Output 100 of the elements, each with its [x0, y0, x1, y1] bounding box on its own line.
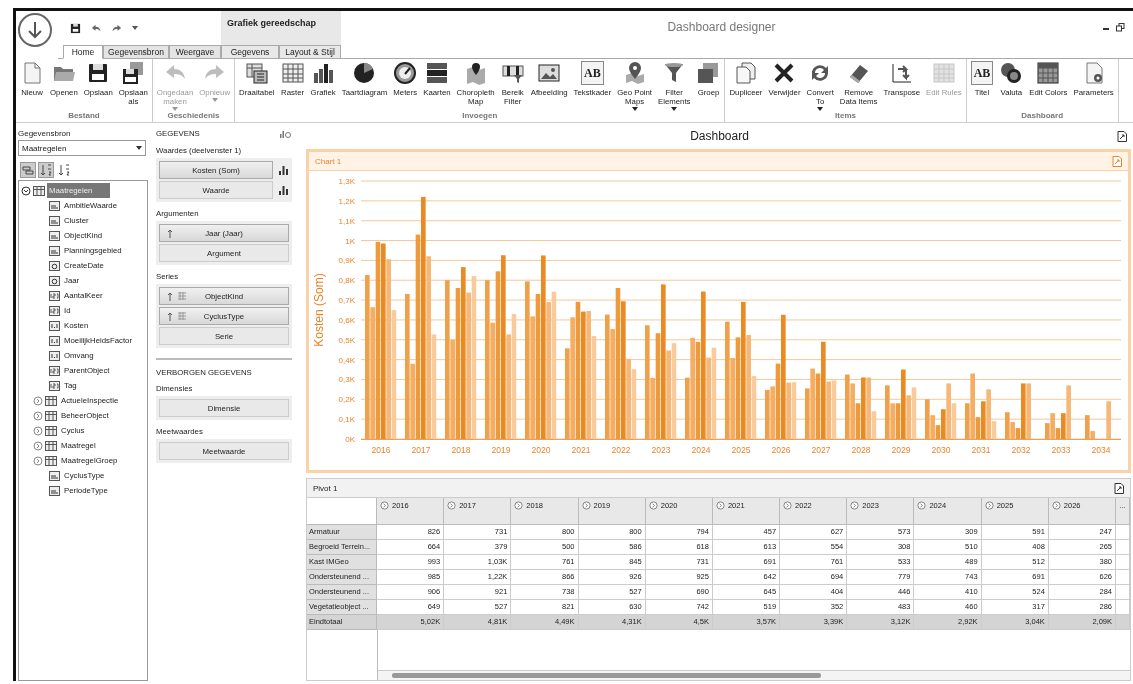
table-icon — [45, 395, 57, 406]
sort-arrow-icon — [167, 312, 173, 321]
gauge-icon — [393, 61, 418, 85]
table-icon — [45, 440, 57, 451]
expand-icon[interactable] — [984, 501, 994, 510]
expand-icon[interactable] — [380, 501, 389, 510]
sort-arrow-icon — [167, 292, 173, 301]
expand-icon[interactable] — [1051, 501, 1061, 510]
expand-icon[interactable] — [783, 501, 793, 510]
axis-tick-label: 0,2K — [338, 395, 355, 405]
axis-tick-label: 0,3K — [338, 375, 355, 385]
axis-tick-label: 2025 — [731, 445, 751, 455]
axis-tick-label: 0,8K — [338, 276, 355, 286]
axis-tick-label: 2031 — [971, 445, 991, 455]
calendar-icon — [49, 260, 60, 271]
expand-icon[interactable] — [33, 425, 43, 436]
table-icon — [45, 410, 57, 421]
collapse-icon[interactable] — [21, 185, 31, 196]
axis-tick-label: 0,5K — [338, 335, 355, 345]
sort-arrow-icon — [167, 229, 173, 238]
layers-icon — [22, 164, 34, 176]
datasource-dropdown[interactable]: Maatregelen — [18, 140, 146, 156]
coins-icon — [999, 61, 1024, 85]
expand-icon[interactable] — [447, 501, 457, 510]
axis-tick-label: 2023 — [651, 445, 671, 455]
axis-tick-label: 2034 — [1091, 445, 1111, 455]
ribbon-tab[interactable]: Gegevens — [221, 45, 279, 59]
sort-options-button[interactable] — [56, 162, 72, 178]
expand-icon[interactable] — [33, 395, 43, 406]
axis-tick-label: 0,4K — [338, 355, 355, 365]
table-icon — [45, 425, 57, 436]
expand-icon[interactable] — [514, 501, 524, 510]
text-field-icon — [49, 215, 60, 226]
ribbon-group-label: Invoegen — [461, 111, 499, 122]
axis-tick-label: 2024 — [691, 445, 711, 455]
axis-tick-label: 1,1K — [338, 216, 355, 226]
decimal-field-icon — [49, 350, 60, 361]
transpose-icon — [889, 61, 914, 85]
axis-tick-label: 1,2K — [338, 196, 355, 206]
expand-icon[interactable] — [33, 410, 43, 421]
axis-tick-label: 2018 — [451, 445, 471, 455]
expand-icon[interactable] — [648, 501, 658, 510]
axis-tick-label: 2032 — [1011, 445, 1031, 455]
redo-icon[interactable] — [111, 22, 123, 34]
axis-title: Kosten (Som) — [312, 273, 326, 347]
axis-tick-label: 0,1K — [338, 415, 355, 425]
axis-tick-label: 2030 — [931, 445, 951, 455]
ribbon-tab[interactable]: Home — [63, 45, 103, 59]
app-menu-button[interactable] — [18, 13, 52, 47]
axis-tick-label: 2027 — [811, 445, 831, 455]
bar-chart-icon[interactable] — [279, 185, 289, 195]
sort-icon — [40, 164, 52, 176]
group-view-button[interactable] — [20, 162, 36, 178]
table-icon — [45, 455, 57, 466]
bar-chart-icon — [311, 61, 336, 85]
axis-tick-label: 2026 — [771, 445, 791, 455]
grid-icon — [178, 312, 186, 320]
sort-button[interactable] — [38, 162, 54, 178]
axis-tick-label: 2020 — [531, 445, 551, 455]
expand-icon[interactable] — [33, 440, 43, 451]
axis-tick-label: 0,9K — [338, 256, 355, 266]
save-icon[interactable] — [70, 22, 81, 34]
glyph-icon: AB — [970, 61, 994, 85]
axis-tick-label: 2033 — [1051, 445, 1071, 455]
text-field-icon — [49, 485, 60, 496]
expand-icon[interactable] — [917, 501, 927, 510]
undo-icon[interactable] — [90, 22, 102, 34]
ribbon-tab[interactable]: Layout & Stijl — [279, 45, 341, 59]
caret-icon[interactable] — [132, 26, 138, 30]
restore-icon[interactable] — [1116, 23, 1125, 32]
grid-icon — [931, 61, 956, 85]
grid-icon — [178, 292, 186, 300]
chart-title: Chart 1 — [315, 156, 342, 166]
context-tab-header: Grafiek gereedschap — [221, 11, 341, 45]
pivot-title: Pivot 1 — [313, 483, 338, 493]
ribbon-tab[interactable]: Gegevensbron — [103, 45, 169, 59]
text-field-icon — [49, 230, 60, 241]
axis-tick-label: 2016 — [371, 445, 391, 455]
expand-icon[interactable] — [581, 501, 591, 510]
axis-tick-label: 1K — [345, 236, 355, 246]
expand-icon[interactable] — [33, 455, 43, 466]
axis-tick-label: 2022 — [611, 445, 631, 455]
axis-tick-label: 2017 — [411, 445, 431, 455]
calendar-icon — [49, 275, 60, 286]
export-icon[interactable] — [1117, 131, 1127, 142]
expand-icon[interactable] — [715, 501, 725, 510]
squares-icon — [696, 61, 721, 85]
export-icon[interactable] — [1114, 482, 1124, 494]
grid-icon — [280, 61, 305, 85]
ribbon-tab[interactable]: Weergave — [169, 45, 221, 59]
expand-icon[interactable] — [850, 501, 860, 510]
copy-icon — [733, 61, 758, 85]
axis-tick-label: 2028 — [851, 445, 871, 455]
horizontal-scrollbar[interactable] — [378, 670, 1130, 680]
axis-tick-label: 2019 — [491, 445, 511, 455]
floppy-disks-icon — [121, 61, 146, 85]
bar-chart-icon[interactable] — [279, 165, 289, 175]
ribbon-group-label: Dashboard — [1020, 111, 1065, 122]
pie-chart-icon — [352, 61, 377, 85]
decimal-field-icon — [49, 335, 60, 346]
